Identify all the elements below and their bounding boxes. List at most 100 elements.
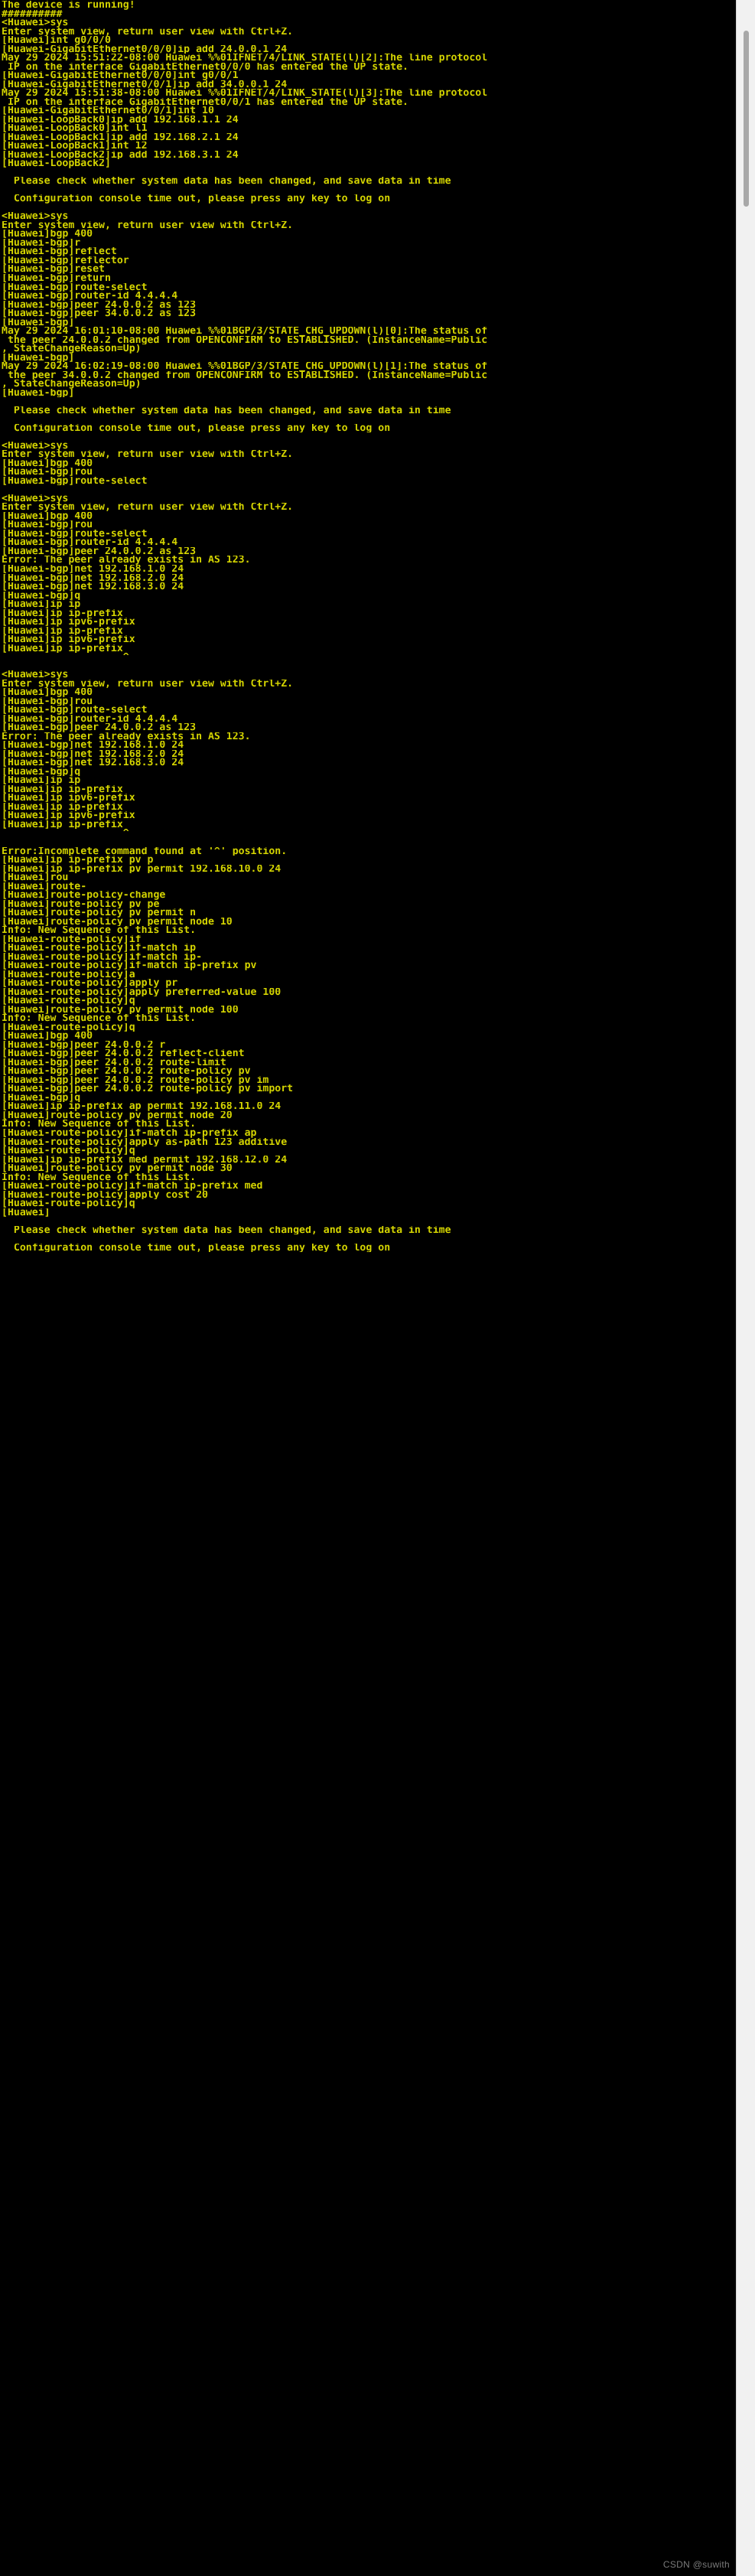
console-line: [Huawei-bgp]route-select	[2, 282, 148, 292]
console-line: [Huawei-route-policy]a	[2, 970, 135, 980]
console-line: [Huawei-LoopBack2]	[2, 159, 111, 168]
console-line: [Huawei-bgp]peer 24.0.0.2 r	[2, 1040, 166, 1050]
vertical-scrollbar-thumb[interactable]	[744, 31, 749, 207]
console-line: [Huawei]	[2, 1208, 50, 1218]
console-line: [Huawei-bgp]rou	[2, 520, 93, 530]
console-line: [Huawei]int g0/0/0	[2, 36, 111, 45]
console-line: [Huawei]route-	[2, 882, 87, 892]
console-line: [Huawei-LoopBack0]ip add 192.168.1.1 24	[2, 115, 239, 125]
console-line: [Huawei-route-policy]q	[2, 1022, 135, 1032]
console-line: [Huawei-route-policy]apply preferred-val…	[2, 987, 281, 997]
console-line: [Huawei]bgp 400	[2, 511, 93, 521]
console-line: IP on the interface GigabitEthernet0/0/0…	[2, 62, 408, 72]
console-line: [Huawei]ip ip-prefix	[2, 802, 123, 812]
terminal-console[interactable]: The device is running! ########## <Huawei>…	[0, 0, 736, 2576]
console-line: [Huawei-bgp]reflect	[2, 247, 117, 256]
console-line: [Huawei]bgp 400	[2, 458, 93, 468]
console-line: [Huawei-bgp]net 192.168.2.0 24	[2, 573, 184, 583]
console-line: [Huawei]ip ip-prefix	[2, 820, 123, 830]
console-line: [Huawei-bgp]peer 24.0.0.2 route-policy p…	[2, 1067, 251, 1076]
console-line: [Huawei-route-policy]if-match ip-prefix …	[2, 1129, 257, 1138]
console-line: Enter system view, return user view with…	[2, 220, 294, 230]
console-line: [Huawei-bgp]route-select	[2, 706, 148, 715]
console-line: <Huawei>sys	[2, 441, 69, 451]
console-line: [Huawei]bgp 400	[2, 1032, 93, 1041]
console-line: [Huawei-bgp]rou	[2, 696, 93, 706]
console-line: [Huawei]ip ip-prefix	[2, 644, 123, 654]
console-line: <Huawei>sys	[2, 670, 69, 680]
console-line: [Huawei-route-policy]apply pr	[2, 979, 178, 988]
console-line: [Huawei-GigabitEthernet0/0/1]ip add 34.0…	[2, 80, 288, 90]
console-line: Please check whether system data has bee…	[2, 406, 451, 416]
console-line: [Huawei-route-policy]apply cost 20	[2, 1190, 208, 1200]
console-line: [Huawei-bgp]route-select	[2, 529, 148, 539]
console-line: Info: New Sequence of this List.	[2, 1172, 197, 1182]
console-line: [Huawei-bgp]peer 24.0.0.2 route-limit	[2, 1058, 226, 1068]
console-line: [Huawei]route-policy pv permit node 20	[2, 1110, 233, 1120]
console-line: [Huawei]ip ip-prefix	[2, 608, 123, 618]
console-line: [Huawei-bgp]	[2, 353, 75, 363]
console-line: [Huawei-bgp]net 192.168.3.0 24	[2, 582, 184, 592]
console-line: [Huawei-route-policy]if	[2, 934, 142, 944]
vertical-scrollbar-track[interactable]	[736, 0, 755, 2576]
console-line: [Huawei-LoopBack0]int l1	[2, 124, 148, 133]
console-line: May 29 2024 16:01:10-08:00 Huawei %%01BG…	[2, 327, 488, 336]
console-line: ^	[2, 653, 129, 662]
console-line: [Huawei]ip ipv6-prefix	[2, 618, 135, 627]
console-line: [Huawei]ip ip-prefix	[2, 626, 123, 636]
console-line: [Huawei-bgp]net 192.168.1.0 24	[2, 741, 184, 750]
console-line: [Huawei-bgp]return	[2, 273, 111, 283]
console-line: [Huawei-route-policy]if-match ip-prefix …	[2, 1182, 263, 1191]
console-line: [Huawei-route-policy]if-match ip-	[2, 952, 203, 962]
console-line: [Huawei-route-policy]if-match ip	[2, 944, 197, 953]
console-line: Configuration console time out, please p…	[2, 194, 391, 204]
console-line: [Huawei]ip ip	[2, 600, 81, 609]
console-line: [Huawei-bgp]peer 24.0.0.2 as 123	[2, 546, 197, 556]
console-line: [Huawei-bgp]router-id 4.4.4.4	[2, 714, 178, 724]
console-line: <Huawei>sys	[2, 494, 69, 504]
console-output-text: The device is running! ########## <Huawei>…	[0, 0, 736, 1261]
console-line: May 29 2024 15:51:38-08:00 Huawei %%01IF…	[2, 89, 488, 98]
console-line: [Huawei-bgp]router-id 4.4.4.4	[2, 292, 178, 301]
console-line: Enter system view, return user view with…	[2, 679, 294, 689]
console-line: [Huawei-bgp]peer 24.0.0.2 route-policy p…	[2, 1084, 294, 1094]
console-line: Enter system view, return user view with…	[2, 27, 294, 37]
console-line: [Huawei]route-policy pv permit node 10	[2, 917, 233, 927]
console-line: [Huawei-LoopBack1]int 12	[2, 142, 148, 151]
console-line: [Huawei-bgp]router-id 4.4.4.4	[2, 538, 178, 547]
console-line: [Huawei-bgp]reflector	[2, 256, 129, 266]
console-line: [Huawei-bgp]q	[2, 591, 81, 601]
console-line: Error:Incomplete command found at '^' po…	[2, 846, 288, 856]
console-line: Error: The peer already exists in AS 123…	[2, 732, 251, 742]
console-line: The device is running!	[2, 1, 135, 10]
console-line: [Huawei-bgp]	[2, 318, 75, 328]
console-line: Enter system view, return user view with…	[2, 503, 294, 512]
console-line: May 29 2024 16:02:19-08:00 Huawei %%01BG…	[2, 362, 488, 371]
console-line: [Huawei]ip ip-prefix pv permit 192.168.1…	[2, 864, 281, 874]
console-line: ##########	[2, 9, 63, 19]
console-line: [Huawei-bgp]peer 24.0.0.2 as 123	[2, 300, 197, 310]
console-line: [Huawei-route-policy]q	[2, 1199, 135, 1208]
console-line: the peer 34.0.0.2 changed from OPENCONFI…	[2, 370, 488, 380]
console-line: [Huawei]bgp 400	[2, 230, 93, 239]
console-line: [Huawei-route-policy]q	[2, 1146, 135, 1156]
console-line: [Huawei-bgp]peer 24.0.0.2 route-policy p…	[2, 1075, 269, 1085]
console-line: Info: New Sequence of this List.	[2, 1014, 197, 1023]
console-line: , StateChangeReason=Up)	[2, 380, 142, 389]
console-line: [Huawei]ip ipv6-prefix	[2, 811, 135, 820]
console-line: <Huawei>sys	[2, 18, 69, 28]
console-line: [Huawei-LoopBack2]ip add 192.168.3.1 24	[2, 150, 239, 160]
csdn-watermark: CSDN @suwith	[662, 2559, 730, 2570]
console-line: [Huawei-bgp]net 192.168.1.0 24	[2, 565, 184, 574]
console-line: Info: New Sequence of this List.	[2, 926, 197, 935]
console-line: Configuration console time out, please p…	[2, 423, 391, 433]
console-line: Configuration console time out, please p…	[2, 1243, 391, 1253]
